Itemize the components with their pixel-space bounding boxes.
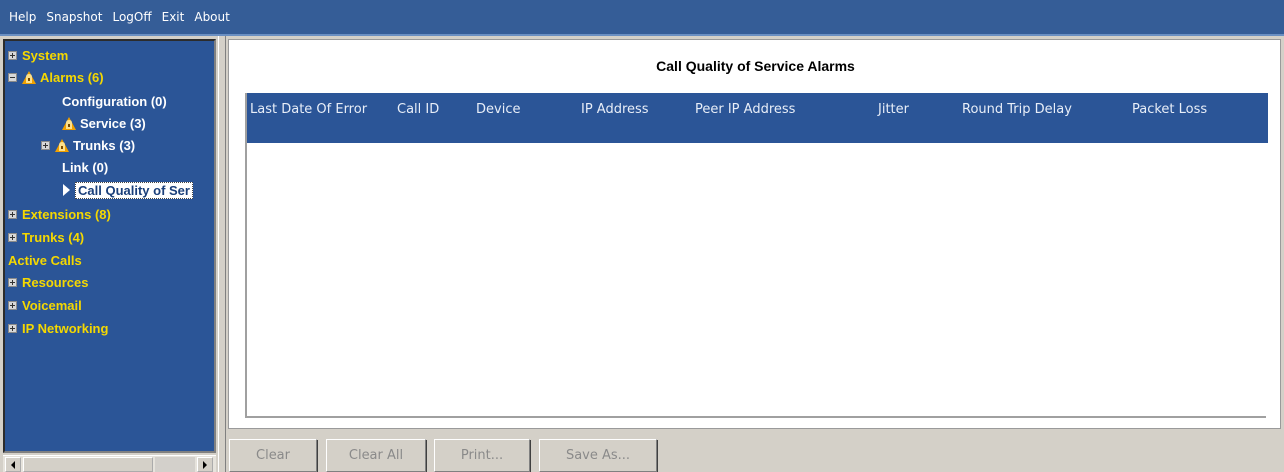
column-header-call-id[interactable]: Call ID bbox=[397, 102, 439, 117]
expand-icon[interactable] bbox=[8, 277, 17, 287]
tree-item-active-calls[interactable]: Active Calls bbox=[8, 249, 82, 271]
tree-item-ip-networking[interactable]: IP Networking bbox=[8, 317, 108, 339]
scroll-right-icon bbox=[203, 460, 207, 469]
tree-item-extensions[interactable]: Extensions (8) bbox=[8, 203, 111, 225]
expand-icon[interactable] bbox=[41, 140, 50, 150]
scroll-left-icon bbox=[11, 460, 15, 469]
tree-item-system[interactable]: System bbox=[8, 44, 68, 66]
column-header-round-trip-delay[interactable]: Round Trip Delay bbox=[962, 102, 1072, 117]
alarm-panel: Call Quality of Service Alarms Last Date… bbox=[228, 39, 1281, 429]
menu-logoff[interactable]: LogOff bbox=[107, 10, 156, 24]
panel-splitter[interactable] bbox=[218, 36, 226, 472]
column-header-device[interactable]: Device bbox=[476, 102, 520, 117]
tree-item-label: Trunks (3) bbox=[73, 137, 136, 153]
menu-divider bbox=[0, 34, 1284, 36]
tree-item-label: Trunks (4) bbox=[22, 229, 85, 245]
tree-item-label: Alarms (6) bbox=[40, 69, 104, 85]
tree-item-label: Active Calls bbox=[8, 252, 82, 268]
tree-item-label: Link (0) bbox=[62, 159, 109, 175]
tree-item-label: Call Quality of Ser bbox=[75, 181, 193, 199]
menu-about[interactable]: About bbox=[189, 10, 234, 24]
column-header-ip-address[interactable]: IP Address bbox=[581, 102, 649, 117]
tree-item-label: Extensions (8) bbox=[22, 206, 111, 222]
tree-horizontal-scrollbar[interactable] bbox=[3, 455, 216, 472]
tree-item-voicemail[interactable]: Voicemail bbox=[8, 294, 82, 316]
tree-item-label: Voicemail bbox=[22, 297, 82, 313]
column-header-last-date[interactable]: Last Date Of Error bbox=[250, 102, 367, 117]
expand-icon[interactable] bbox=[8, 209, 17, 219]
alarms-table[interactable]: Last Date Of Error Call ID Device IP Add… bbox=[245, 93, 1268, 418]
page-title: Call Quality of Service Alarms bbox=[656, 58, 855, 74]
arrow-right-icon bbox=[63, 184, 70, 196]
navigation-tree: System Alarms (6) Configuration (0) Serv… bbox=[3, 39, 216, 453]
tree-item-resources[interactable]: Resources bbox=[8, 271, 88, 293]
expand-icon[interactable] bbox=[8, 232, 17, 242]
column-header-jitter[interactable]: Jitter bbox=[878, 102, 909, 117]
warning-icon bbox=[62, 116, 76, 130]
warning-icon bbox=[22, 70, 36, 84]
tree-item-label: System bbox=[22, 47, 69, 63]
scroll-left-button[interactable] bbox=[5, 457, 21, 472]
scroll-right-button[interactable] bbox=[197, 457, 213, 472]
scroll-track[interactable] bbox=[155, 457, 195, 472]
menu-help[interactable]: Help bbox=[4, 10, 41, 24]
print-button[interactable]: Print... bbox=[434, 439, 530, 472]
tree-item-label: IP Networking bbox=[22, 320, 109, 336]
save-as-button[interactable]: Save As... bbox=[539, 439, 657, 472]
tree-item-alarm-trunks[interactable]: Trunks (3) bbox=[41, 134, 135, 156]
expand-icon[interactable] bbox=[8, 323, 17, 333]
tree-item-service[interactable]: Service (3) bbox=[62, 112, 146, 134]
tree-item-label: Configuration (0) bbox=[62, 93, 167, 109]
tree-item-alarms[interactable]: Alarms (6) bbox=[8, 66, 104, 88]
tree-item-link[interactable]: Link (0) bbox=[62, 156, 108, 178]
expand-icon[interactable] bbox=[8, 50, 17, 60]
clear-all-button[interactable]: Clear All bbox=[326, 439, 426, 472]
table-header: Last Date Of Error Call ID Device IP Add… bbox=[247, 93, 1268, 143]
column-header-peer-ip-address[interactable]: Peer IP Address bbox=[695, 102, 795, 117]
collapse-icon[interactable] bbox=[8, 72, 17, 82]
menu-exit[interactable]: Exit bbox=[157, 10, 190, 24]
expand-icon[interactable] bbox=[8, 300, 17, 310]
tree-item-call-quality[interactable]: Call Quality of Ser bbox=[63, 179, 193, 201]
clear-button[interactable]: Clear bbox=[229, 439, 317, 472]
tree-item-trunks[interactable]: Trunks (4) bbox=[8, 226, 84, 248]
column-header-packet-loss[interactable]: Packet Loss bbox=[1132, 102, 1207, 117]
tree-item-label: Service (3) bbox=[80, 115, 146, 131]
menu-snapshot[interactable]: Snapshot bbox=[41, 10, 107, 24]
warning-icon bbox=[55, 138, 69, 152]
tree-item-label: Resources bbox=[22, 274, 89, 290]
menu-bar: Help Snapshot LogOff Exit About bbox=[0, 0, 1284, 34]
scroll-thumb[interactable] bbox=[23, 457, 153, 472]
tree-item-configuration[interactable]: Configuration (0) bbox=[62, 90, 167, 112]
